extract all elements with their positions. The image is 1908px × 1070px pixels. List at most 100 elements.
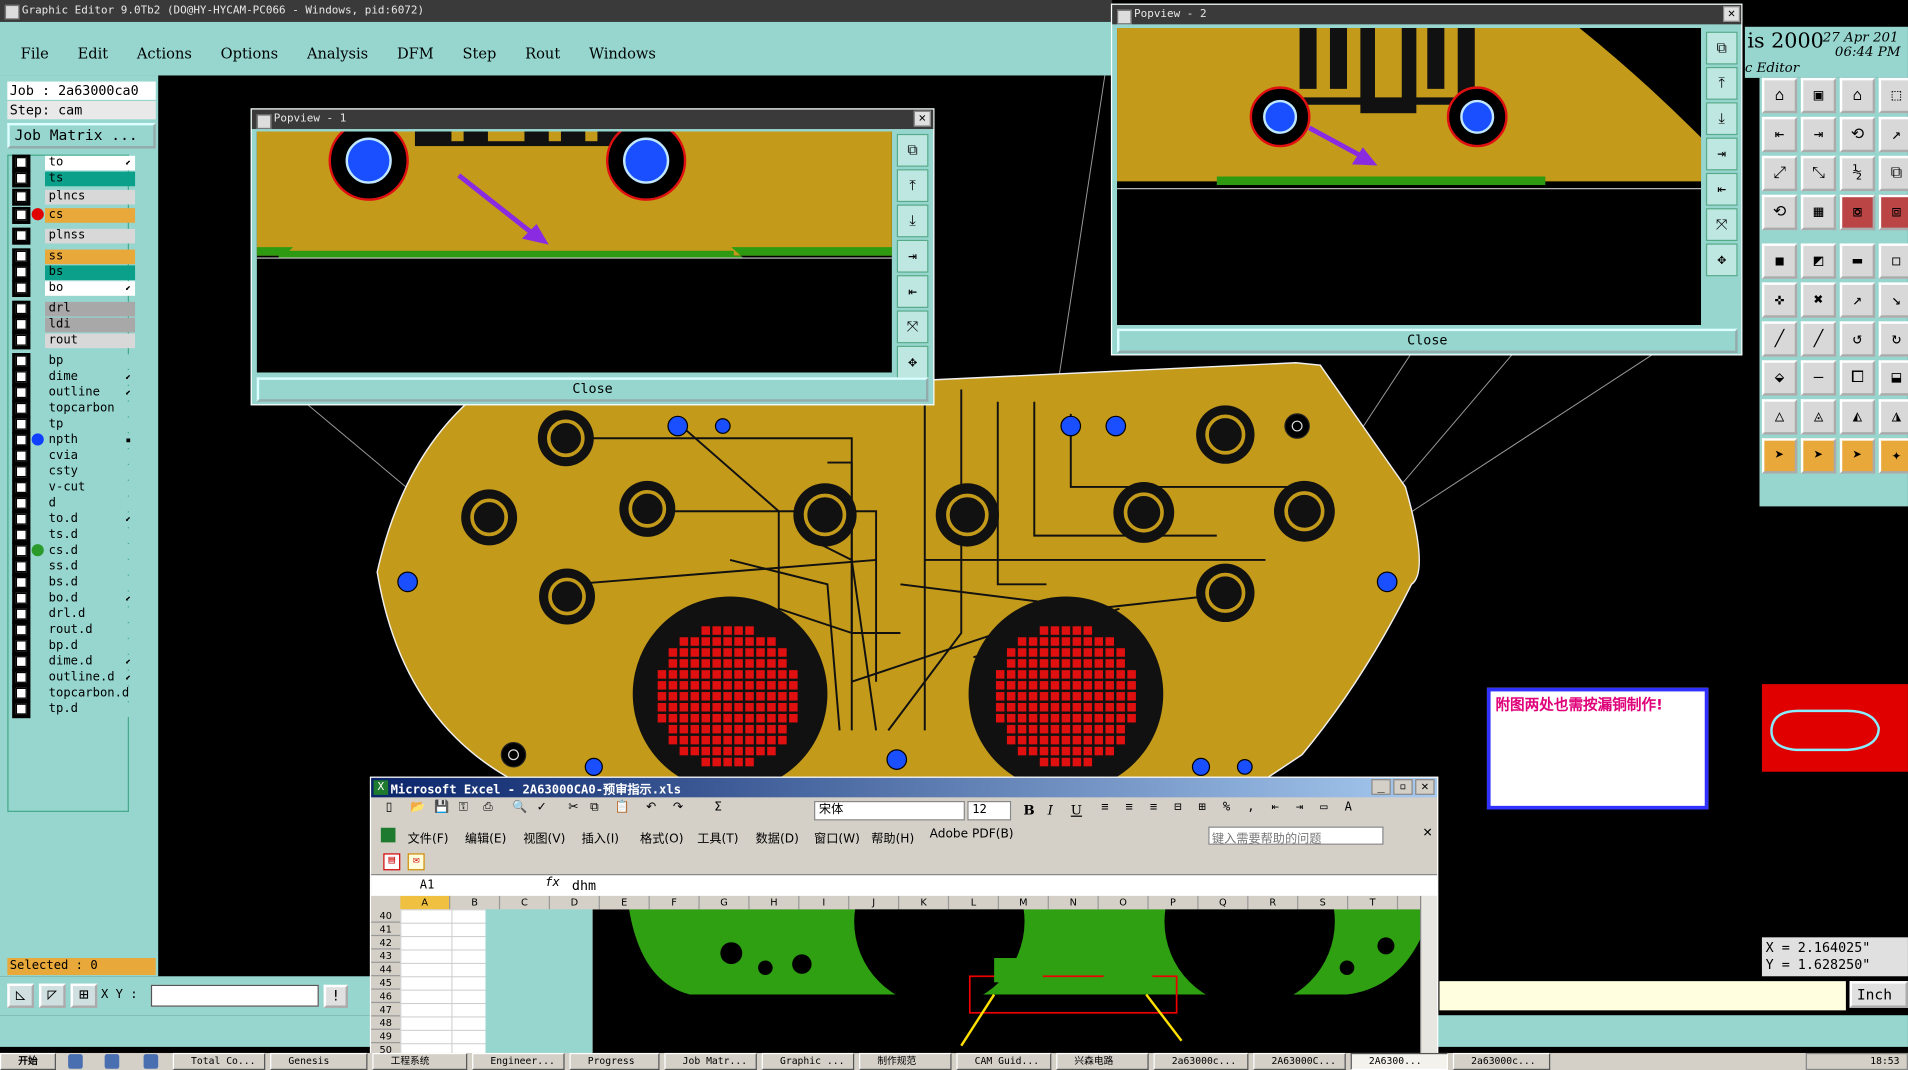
- layer-row-drl-d[interactable]: drl.d: [9, 606, 165, 624]
- layer-checkbox[interactable]: [15, 608, 27, 620]
- pdf-mail-icon[interactable]: ✉: [407, 853, 425, 871]
- column-header[interactable]: P: [1149, 895, 1199, 910]
- popview-2-zoom-icon-4[interactable]: ⇤: [1705, 172, 1738, 206]
- font-size-select[interactable]: 12: [967, 800, 1012, 821]
- taskbar-item[interactable]: Job Matr...: [664, 1052, 757, 1070]
- tool-icon-32[interactable]: △: [1761, 399, 1798, 435]
- tool-icon-28[interactable]: ⬙: [1761, 360, 1798, 396]
- excel-close-icon[interactable]: ✕: [1415, 779, 1435, 795]
- taskbar-item[interactable]: Graphic ...: [761, 1052, 855, 1070]
- bold-button[interactable]: B: [1023, 802, 1034, 818]
- layer-checkbox[interactable]: [15, 466, 27, 478]
- layer-row-to[interactable]: to ⬋: [9, 154, 165, 172]
- excel-toolbar-icon-5[interactable]: 🔍: [512, 801, 527, 814]
- excel-toolbar-icon-8[interactable]: ⧉: [590, 801, 599, 814]
- tool-icon-33[interactable]: ◬: [1800, 399, 1837, 435]
- popview-1-zoom-icon-1[interactable]: ⤒: [896, 169, 929, 203]
- popview-1-zoom-icon-3[interactable]: ⇥: [896, 239, 929, 273]
- layer-row-bs[interactable]: bs: [9, 264, 165, 282]
- italic-button[interactable]: I: [1048, 802, 1053, 818]
- layer-checkbox[interactable]: [15, 656, 27, 668]
- excel-menu-file[interactable]: 文件(F): [408, 828, 449, 846]
- measure-icon[interactable]: ◸: [38, 983, 66, 1008]
- layer-checkbox[interactable]: [15, 577, 27, 588]
- row-header[interactable]: 40: [371, 909, 401, 923]
- exclaim-button[interactable]: !: [323, 984, 349, 1008]
- excel-format-icon-5[interactable]: %: [1223, 801, 1230, 814]
- layer-row-bp-d[interactable]: bp.d: [9, 637, 165, 655]
- excel-doc-close-icon[interactable]: ✕: [1422, 827, 1432, 840]
- name-box[interactable]: A1: [376, 876, 498, 894]
- taskbar-item[interactable]: Progress: [569, 1052, 660, 1070]
- popview-1-zoom-icon-4[interactable]: ⇤: [896, 275, 929, 308]
- column-header[interactable]: L: [949, 895, 999, 910]
- font-name-select[interactable]: 宋体: [814, 800, 965, 821]
- taskbar-item[interactable]: Engineer...: [472, 1052, 565, 1070]
- taskbar-item[interactable]: 工程系统: [372, 1052, 468, 1070]
- layer-checkbox[interactable]: [15, 450, 27, 462]
- tool-icon-14[interactable]: ⧇: [1839, 194, 1876, 231]
- excel-format-icon-0[interactable]: ≡: [1101, 801, 1108, 814]
- taskbar-item[interactable]: 制作规范: [859, 1052, 952, 1070]
- tool-icon-1[interactable]: ▣: [1800, 77, 1837, 114]
- tool-icon-38[interactable]: ➤: [1839, 438, 1876, 474]
- taskbar-item[interactable]: CAM Guid...: [956, 1052, 1052, 1070]
- row-header[interactable]: 41: [371, 923, 401, 937]
- menu-rout[interactable]: Rout: [525, 45, 560, 62]
- layer-row-to-d[interactable]: to.d ⬋: [9, 511, 165, 529]
- layer-checkbox[interactable]: [15, 303, 27, 315]
- layer-checkbox[interactable]: [15, 671, 27, 683]
- row-header[interactable]: 47: [371, 1003, 401, 1017]
- quicklaunch-icon-0[interactable]: [68, 1054, 83, 1069]
- layer-checkbox[interactable]: [15, 434, 27, 446]
- layer-row-outline[interactable]: outline ⬋: [9, 384, 165, 402]
- excel-format-icon-4[interactable]: ⊞: [1199, 801, 1206, 814]
- job-matrix-button[interactable]: Job Matrix ...: [7, 122, 156, 149]
- layer-row-drl[interactable]: drl: [9, 300, 165, 318]
- layer-checkbox[interactable]: [15, 482, 27, 494]
- layer-row-plncs[interactable]: plncs: [9, 188, 165, 206]
- column-header[interactable]: B: [450, 895, 501, 910]
- layer-row-bo[interactable]: bo ⬋: [9, 279, 165, 298]
- popview-1-zoom-icon-6[interactable]: ✥: [896, 345, 929, 379]
- popview-2-canvas[interactable]: [1117, 27, 1702, 326]
- excel-menu-adobe-pdf[interactable]: Adobe PDF(B): [930, 828, 1014, 841]
- popview-2-zoom-icon-2[interactable]: ⤓: [1705, 102, 1738, 136]
- menu-windows[interactable]: Windows: [589, 45, 656, 62]
- tool-icon-24[interactable]: ╱: [1761, 321, 1798, 357]
- tool-icon-0[interactable]: ⌂: [1761, 77, 1798, 114]
- layer-checkbox[interactable]: [15, 157, 27, 168]
- layer-row-tp-d[interactable]: tp.d: [9, 701, 165, 719]
- tool-icon-35[interactable]: ◮: [1878, 399, 1908, 435]
- layer-row-v-cut[interactable]: v-cut: [9, 479, 165, 497]
- menu-dfm[interactable]: DFM: [397, 45, 434, 62]
- layer-row-bo-d[interactable]: bo.d ⬋: [9, 590, 165, 608]
- popview-2-zoom-icon-3[interactable]: ⇥: [1705, 137, 1738, 171]
- popview-1-zoom-icon-5[interactable]: ⤧: [896, 310, 929, 344]
- layer-checkbox[interactable]: [15, 371, 27, 383]
- layer-checkbox[interactable]: [15, 282, 27, 294]
- excel-format-icon-10[interactable]: A: [1345, 801, 1352, 814]
- quicklaunch-icon-1[interactable]: [104, 1054, 120, 1069]
- excel-menu-help[interactable]: 帮助(H): [871, 828, 914, 846]
- tool-icon-21[interactable]: ✖: [1800, 282, 1837, 318]
- tool-icon-18[interactable]: ▬: [1839, 243, 1876, 279]
- tool-icon-27[interactable]: ↻: [1878, 321, 1908, 357]
- taskbar-item[interactable]: Genesis: [270, 1052, 368, 1070]
- layer-row-ss[interactable]: ss: [9, 248, 165, 266]
- layer-checkbox[interactable]: [15, 318, 27, 330]
- layer-row-ldi[interactable]: ldi: [9, 316, 165, 334]
- row-header[interactable]: 43: [371, 949, 401, 963]
- excel-toolbar-icon-3[interactable]: ⚿: [459, 801, 468, 814]
- layer-checkbox[interactable]: [15, 513, 27, 525]
- layer-row-rout-d[interactable]: rout.d: [9, 622, 165, 640]
- excel-toolbar-icon-9[interactable]: 📋: [614, 801, 629, 814]
- tool-icon-9[interactable]: ⤡: [1800, 155, 1837, 192]
- layer-checkbox[interactable]: [15, 334, 27, 346]
- tool-icon-8[interactable]: ⤢: [1761, 155, 1798, 192]
- column-header[interactable]: H: [750, 895, 800, 910]
- start-button[interactable]: 开始: [0, 1052, 56, 1070]
- layer-checkbox[interactable]: [15, 355, 27, 367]
- layer-checkbox[interactable]: [15, 191, 27, 203]
- layer-row-bs-d[interactable]: bs.d: [9, 574, 165, 592]
